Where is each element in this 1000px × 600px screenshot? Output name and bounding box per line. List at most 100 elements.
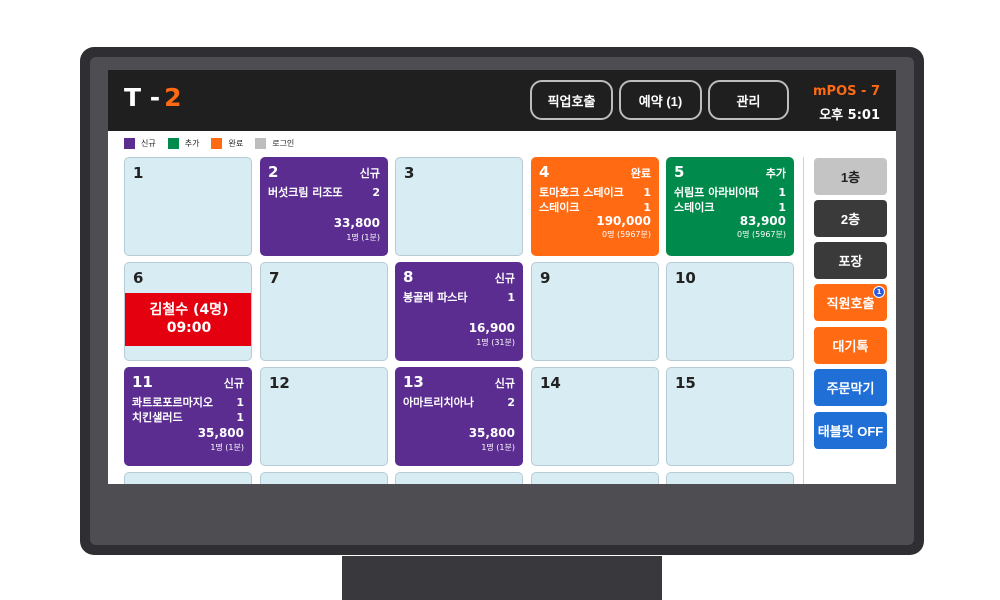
header-bar: T -2 픽업호출 예약 (1) 관리 mPOS - 7 오후 5:01 <box>108 70 896 131</box>
table-tile-12[interactable]: 12 <box>260 367 388 466</box>
item-qty: 1 <box>778 201 786 214</box>
legend-added-label: 추가 <box>184 138 200 148</box>
order-items: 버섯크림 리조또 2 <box>268 185 380 200</box>
table-tile-11[interactable]: 11 신규 콰트로포르마지오 1 치킨샐러드 1 35,800 1명 (1분) <box>124 367 252 466</box>
item-name: 토마호크 스테이크 <box>539 186 624 199</box>
item-name: 스테이크 <box>539 201 580 214</box>
table-number: 15 <box>675 374 696 392</box>
table-number: 11 <box>132 373 153 391</box>
reservation-name: 김철수 (4명) <box>149 302 229 318</box>
table-tile-8[interactable]: 8 신규 봉골레 파스타 1 16,900 1명 (31분) <box>395 262 523 361</box>
table-tile-partial[interactable] <box>531 472 659 484</box>
table-status: 신규 <box>359 167 380 180</box>
legend-login-swatch <box>255 137 267 149</box>
table-number: 6 <box>133 269 144 287</box>
table-tile-14[interactable]: 14 <box>531 367 659 466</box>
table-number: 12 <box>269 374 290 392</box>
order-item: 봉골레 파스타 1 <box>403 290 515 305</box>
table-tile-13[interactable]: 13 신규 아마트리치아나 2 35,800 1명 (1분) <box>395 367 523 466</box>
table-tile-2[interactable]: 2 신규 버섯크림 리조또 2 33,800 1명 (1분) <box>260 157 388 256</box>
block-orders-button[interactable]: 주문막기 <box>814 369 887 406</box>
item-name: 봉골레 파스타 <box>403 291 468 304</box>
table-number: 14 <box>540 374 561 392</box>
table-tile-partial[interactable] <box>666 472 794 484</box>
table-tile-partial[interactable] <box>124 472 252 484</box>
table-tile-6[interactable]: 6 김철수 (4명) 09:00 <box>124 262 252 361</box>
tablet-off-button[interactable]: 태블릿 OFF <box>814 412 887 449</box>
item-name: 스테이크 <box>674 201 715 214</box>
floor-2-button[interactable]: 2층 <box>814 200 887 237</box>
table-number: 13 <box>403 373 424 391</box>
table-guests: 0명 (5967분) <box>602 230 651 239</box>
table-tile-3[interactable]: 3 <box>395 157 523 256</box>
order-item: 스테이크 1 <box>674 200 786 215</box>
order-items: 봉골레 파스타 1 <box>403 290 515 305</box>
table-guests: 1명 (1분) <box>346 233 380 242</box>
table-total: 35,800 <box>468 426 515 440</box>
staff-call-button[interactable]: 직원호출 1 <box>814 284 887 321</box>
table-guests: 1명 (31분) <box>476 338 515 347</box>
table-number: 1 <box>133 164 144 182</box>
title-number: 2 <box>164 83 182 112</box>
pos-screen: T -2 픽업호출 예약 (1) 관리 mPOS - 7 오후 5:01 신규 … <box>108 70 896 484</box>
table-total: 35,800 <box>197 426 244 440</box>
legend-new-swatch <box>124 137 135 149</box>
item-qty: 2 <box>507 396 515 409</box>
order-item: 쉬림프 아라비아따 1 <box>674 185 786 200</box>
item-qty: 2 <box>372 186 380 199</box>
table-guests: 1명 (1분) <box>210 443 244 452</box>
table-tile-1[interactable]: 1 <box>124 157 252 256</box>
reservation-button[interactable]: 예약 (1) <box>619 80 702 120</box>
table-tile-partial[interactable] <box>395 472 523 484</box>
monitor-stand <box>342 556 662 600</box>
legend-new-label: 신규 <box>141 138 156 148</box>
manage-button[interactable]: 관리 <box>708 80 789 120</box>
legend-login-label: 로그인 <box>272 138 295 148</box>
table-number: 5 <box>674 163 685 181</box>
clock: 오후 5:01 <box>819 108 880 123</box>
waiting-talk-button[interactable]: 대기톡 <box>814 327 887 364</box>
table-tile-4[interactable]: 4 완료 토마호크 스테이크 1 스테이크 1 190,000 0명 (5967분) <box>531 157 659 256</box>
order-item: 치킨샐러드 1 <box>132 410 244 425</box>
pickup-call-button[interactable]: 픽업호출 <box>530 80 613 120</box>
staff-call-label: 직원호출 <box>826 297 875 312</box>
item-qty: 1 <box>778 186 786 199</box>
legend-added-swatch <box>167 137 179 149</box>
legend-done-swatch <box>211 137 223 149</box>
reservation-banner: 김철수 (4명) 09:00 <box>125 293 251 346</box>
title-prefix: T - <box>124 83 161 112</box>
table-tile-5[interactable]: 5 추가 쉬림프 아라비아따 1 스테이크 1 83,900 0명 (5967분) <box>666 157 794 256</box>
item-name: 쉬림프 아라비아따 <box>674 186 759 199</box>
order-items: 쉬림프 아라비아따 1 스테이크 1 <box>674 185 786 215</box>
order-item: 콰트로포르마지오 1 <box>132 395 244 410</box>
table-guests: 0명 (5967분) <box>737 230 786 239</box>
item-qty: 1 <box>643 201 651 214</box>
table-number: 7 <box>269 269 280 287</box>
order-item: 토마호크 스테이크 1 <box>539 185 651 200</box>
reservation-time: 09:00 <box>166 320 212 336</box>
order-item: 아마트리치아나 2 <box>403 395 515 410</box>
takeout-button[interactable]: 포장 <box>814 242 887 279</box>
floor-1-button[interactable]: 1층 <box>814 158 887 195</box>
item-qty: 1 <box>643 186 651 199</box>
order-item: 버섯크림 리조또 2 <box>268 185 380 200</box>
order-item: 스테이크 1 <box>539 200 651 215</box>
table-total: 83,900 <box>739 214 786 228</box>
item-name: 버섯크림 리조또 <box>268 186 343 199</box>
item-qty: 1 <box>236 396 244 409</box>
table-number: 2 <box>268 163 279 181</box>
order-items: 아마트리치아나 2 <box>403 395 515 410</box>
table-tile-7[interactable]: 7 <box>260 262 388 361</box>
table-tile-15[interactable]: 15 <box>666 367 794 466</box>
table-number: 9 <box>540 269 551 287</box>
table-tile-partial[interactable] <box>260 472 388 484</box>
table-number: 10 <box>675 269 696 287</box>
table-tile-9[interactable]: 9 <box>531 262 659 361</box>
table-number: 4 <box>539 163 550 181</box>
table-status: 추가 <box>765 167 786 180</box>
order-items: 콰트로포르마지오 1 치킨샐러드 1 <box>132 395 244 425</box>
item-name: 아마트리치아나 <box>403 396 474 409</box>
table-status: 신규 <box>223 377 244 390</box>
table-guests: 1명 (1분) <box>481 443 515 452</box>
table-tile-10[interactable]: 10 <box>666 262 794 361</box>
